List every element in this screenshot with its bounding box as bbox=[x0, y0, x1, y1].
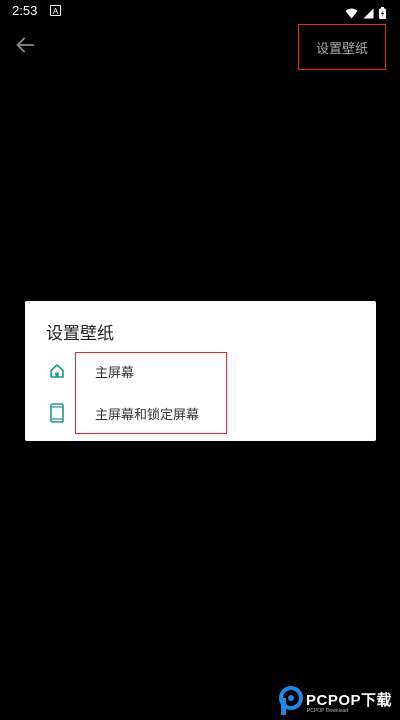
watermark: PCPOP下载 PCPOP Download bbox=[276, 684, 398, 718]
option-label: 主屏幕和锁定屏幕 bbox=[95, 408, 200, 423]
set-wallpaper-dialog: 设置壁纸 主屏幕 主屏幕和锁定屏幕 bbox=[25, 301, 376, 441]
status-time: 2:53 bbox=[12, 3, 38, 18]
set-wallpaper-button[interactable]: 设置壁纸 bbox=[298, 24, 386, 70]
dialog-title: 设置壁纸 bbox=[46, 324, 114, 344]
arrow-back-icon bbox=[16, 37, 34, 57]
status-icons bbox=[345, 4, 386, 23]
status-bar: 2:53 A bbox=[0, 0, 400, 24]
option-home-screen[interactable]: 主屏幕 bbox=[25, 351, 376, 391]
signal-icon bbox=[363, 4, 374, 23]
svg-text:A: A bbox=[53, 7, 59, 15]
back-button[interactable] bbox=[12, 34, 38, 60]
watermark-subtext: PCPOP Download bbox=[307, 708, 349, 714]
battery-icon bbox=[379, 4, 386, 23]
phone-icon bbox=[47, 403, 67, 423]
option-home-and-lock-screen[interactable]: 主屏幕和锁定屏幕 bbox=[25, 393, 376, 433]
notification-a-icon: A bbox=[50, 5, 61, 16]
option-label: 主屏幕 bbox=[95, 366, 135, 381]
wifi-icon bbox=[345, 4, 358, 23]
watermark-text: PCPOP下载 bbox=[306, 692, 393, 709]
screen: 2:53 A 设置壁纸 设置壁纸 主屏幕 主屏幕和锁定屏幕 PCPOP下载 PC… bbox=[0, 0, 400, 720]
home-icon bbox=[47, 361, 67, 381]
pcpop-logo-icon bbox=[278, 686, 304, 720]
set-wallpaper-label: 设置壁纸 bbox=[315, 41, 368, 57]
